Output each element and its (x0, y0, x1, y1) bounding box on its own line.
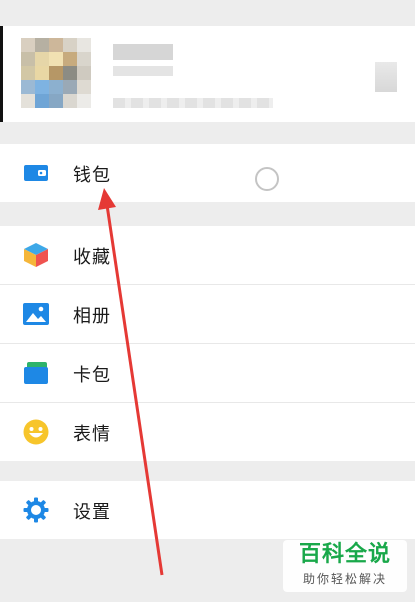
menu-item-favorites[interactable]: 收藏 (0, 226, 415, 284)
menu-item-album[interactable]: 相册 (0, 285, 415, 343)
account-id-blurred (113, 98, 273, 108)
menu-label-settings: 设置 (73, 502, 111, 523)
card-icon (24, 362, 48, 384)
watermark-subtitle: 助你轻松解决 (302, 572, 387, 586)
menu-item-stickers[interactable]: 表情 (0, 403, 415, 461)
gear-icon (23, 497, 49, 523)
nickname-blurred (113, 44, 173, 60)
watermark-logo: 百科全说 助你轻松解决 (283, 540, 407, 592)
smiley-icon (23, 419, 49, 445)
menu-item-settings[interactable]: 设置 (0, 481, 415, 539)
section-gap (0, 122, 415, 144)
section-gap (0, 461, 415, 481)
loading-spinner-icon (255, 167, 279, 191)
qr-code-icon[interactable] (375, 62, 397, 92)
menu-label-wallet: 钱包 (73, 165, 111, 186)
menu-item-wallet[interactable]: 钱包 (0, 144, 415, 202)
profile-card[interactable] (0, 26, 415, 122)
menu-label-cards: 卡包 (73, 365, 111, 386)
cube-icon (24, 243, 48, 267)
top-gap (0, 0, 415, 26)
image-icon (23, 303, 49, 325)
menu-label-favorites: 收藏 (73, 247, 111, 268)
section-gap (0, 202, 415, 224)
watermark-title: 百科全说 (298, 542, 391, 567)
avatar[interactable] (21, 38, 91, 108)
menu-label-stickers: 表情 (73, 424, 111, 445)
menu-item-cards[interactable]: 卡包 (0, 344, 415, 402)
wallet-icon (24, 165, 48, 181)
menu-label-album: 相册 (73, 306, 111, 327)
nickname-blurred-2 (113, 66, 173, 76)
